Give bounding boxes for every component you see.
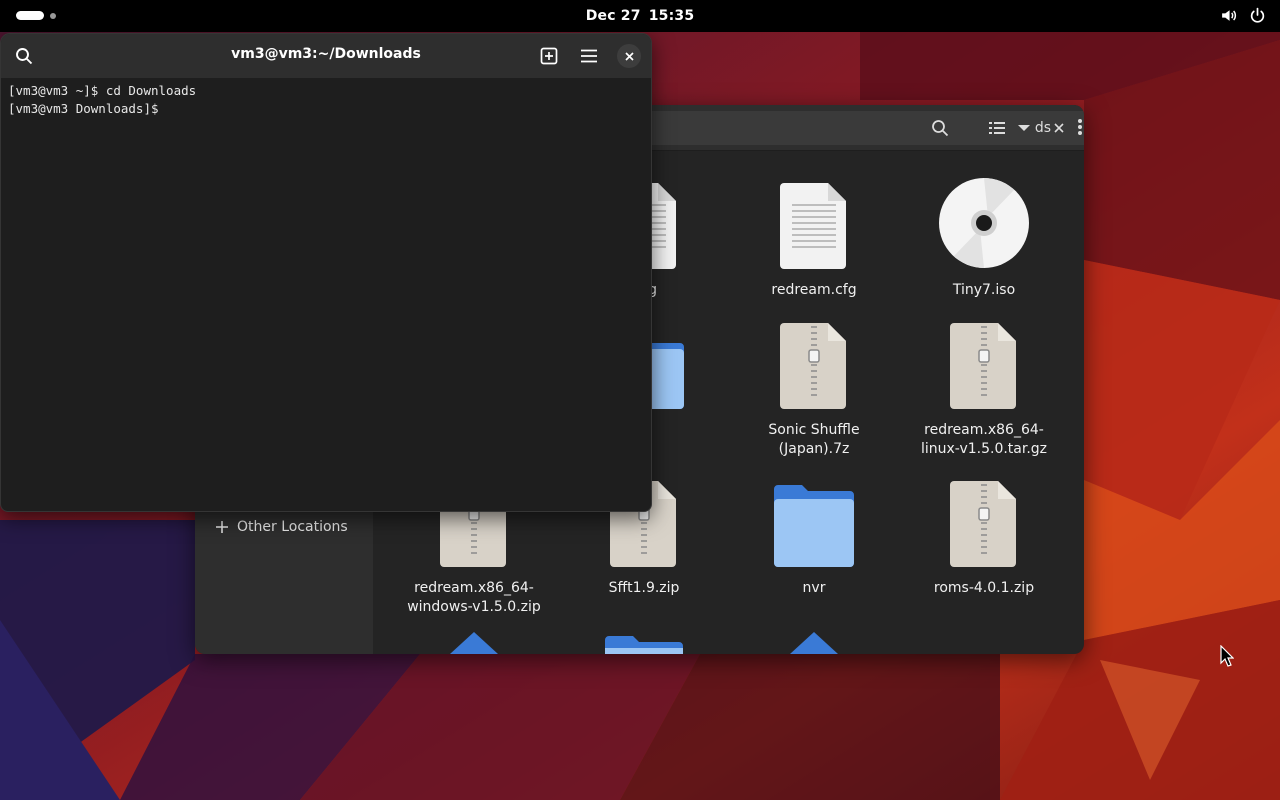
archive-icon	[909, 315, 1059, 409]
file-name: Sonic Shuffle (Japan).7z	[768, 422, 860, 457]
folder-icon	[739, 473, 889, 567]
terminal-line: [vm3@vm3 Downloads]$	[8, 101, 167, 116]
file-item[interactable]: Sonic Shuffle (Japan).7z	[739, 315, 889, 459]
terminal-output[interactable]: [vm3@vm3 ~]$ cd Downloads [vm3@vm3 Downlo…	[8, 82, 196, 118]
file-item[interactable]: redream.cfg	[739, 175, 889, 300]
terminal-line: [vm3@vm3 ~]$ cd Downloads	[8, 83, 197, 98]
file-name: Sfft1.9.zip	[608, 580, 680, 596]
power-icon[interactable]	[1249, 7, 1266, 24]
top-bar: Dec 27 15:35	[0, 0, 1280, 32]
file-name: redream.x86_64-windows-v1.5.0.zip	[407, 580, 541, 615]
list-view-icon	[989, 122, 1005, 134]
file-item[interactable]: redream.x86_64-linux-v1.5.0.tar.gz	[909, 315, 1059, 459]
file-name: Tiny7.iso	[952, 282, 1016, 298]
main-menu-button[interactable]	[576, 43, 602, 69]
workspace-indicator-active	[16, 11, 44, 20]
sidebar-item-other-locations[interactable]: Other Locations	[215, 519, 348, 535]
archive-icon	[739, 315, 889, 409]
file-name: redream.cfg	[771, 282, 857, 298]
sidebar-item-label: Other Locations	[237, 519, 348, 535]
folder-menu-icon[interactable]	[1077, 118, 1083, 136]
partial-item-icon[interactable]	[790, 632, 838, 654]
folder-item[interactable]: nvr	[739, 473, 889, 598]
file-item[interactable]: Tiny7.iso	[909, 175, 1059, 300]
folder-name: nvr	[802, 580, 826, 596]
menu-icon	[581, 49, 597, 63]
close-button[interactable]	[1046, 115, 1072, 141]
disc-image-icon	[909, 175, 1059, 269]
close-icon	[624, 51, 634, 61]
file-item[interactable]: roms-4.0.1.zip	[909, 473, 1059, 598]
terminal-close-button[interactable]	[617, 44, 641, 68]
new-tab-icon	[540, 47, 558, 65]
view-list-button[interactable]	[984, 115, 1010, 141]
close-icon	[1054, 123, 1064, 133]
chevron-down-icon	[1018, 125, 1030, 131]
terminal-window[interactable]: vm3@vm3:~/Downloads [vm3@vm3 ~]$ cd Down…	[0, 33, 652, 512]
text-file-icon	[739, 175, 889, 269]
archive-icon	[909, 473, 1059, 567]
clock-date: Dec 27	[585, 8, 641, 24]
partial-folder-icon[interactable]	[605, 636, 683, 654]
system-tray[interactable]	[1220, 7, 1266, 24]
new-tab-button[interactable]	[536, 43, 562, 69]
volume-icon[interactable]	[1220, 7, 1237, 24]
search-button[interactable]	[927, 115, 953, 141]
terminal-headerbar: vm3@vm3:~/Downloads	[1, 34, 651, 78]
mouse-pointer-icon	[1220, 645, 1234, 667]
partial-item-icon[interactable]	[450, 632, 498, 654]
search-icon	[932, 120, 949, 137]
view-options-button[interactable]	[1011, 115, 1037, 141]
plus-icon	[216, 521, 228, 533]
clock-time: 15:35	[648, 8, 695, 24]
workspace-indicator	[50, 12, 56, 19]
file-name: roms-4.0.1.zip	[933, 580, 1035, 596]
file-name: redream.x86_64-linux-v1.5.0.tar.gz	[920, 422, 1048, 457]
clock[interactable]: Dec 27 15:35	[586, 8, 695, 24]
activities-button[interactable]	[16, 11, 56, 20]
